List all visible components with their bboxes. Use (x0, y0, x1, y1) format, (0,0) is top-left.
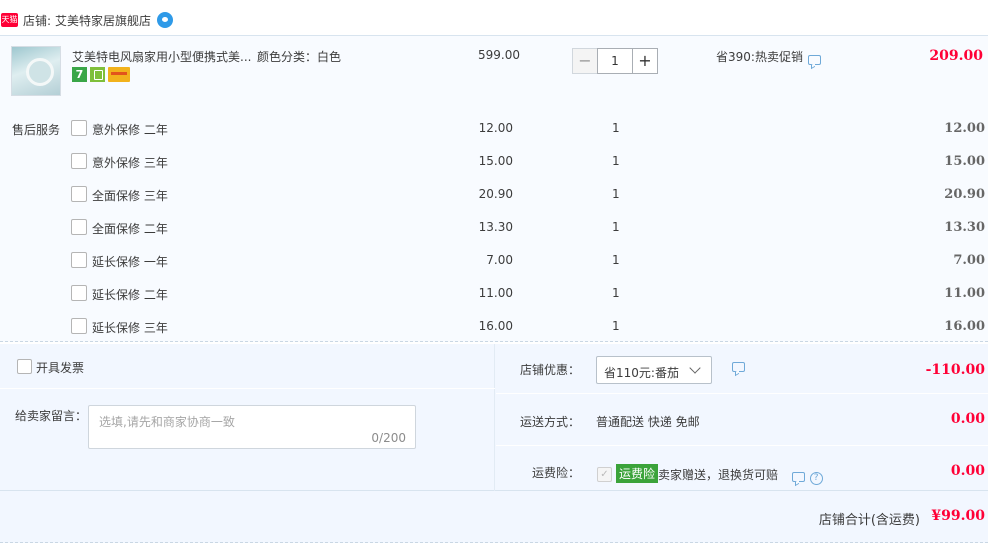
chevron-down-icon (689, 362, 701, 374)
shop-discount-label: 店铺优惠： (519, 363, 580, 377)
service-name: 全面保修 二年 (92, 222, 168, 236)
service-row: 意外保修 三年 15.00 1 15.00 (0, 151, 988, 173)
service-price: 11.00 (478, 286, 513, 300)
increase-quantity-button[interactable]: + (632, 48, 658, 74)
invoice-checkbox[interactable] (17, 359, 32, 374)
service-qty: 1 (612, 286, 620, 300)
freight-insurance-label: 运费险： (531, 466, 580, 480)
service-sum: 7.00 (953, 253, 985, 268)
order-items-panel: 艾美特电风扇家用小型便携式美... 7 颜色分类：白色 599.00 − 1 +… (0, 35, 988, 342)
promotion-info: 省390:热卖促销 (716, 48, 821, 65)
service-sum: 13.30 (944, 220, 985, 235)
shop-label: 店铺: (23, 13, 52, 28)
service-row: 全面保修 二年 13.30 1 13.30 (0, 217, 988, 239)
service-qty: 1 (612, 319, 620, 333)
memo-textarea[interactable]: 选填,请先和商家协商一致 0/200 (88, 405, 416, 449)
freight-insurance-row: 运费险： ✓ 运费险 卖家赠送，退换货可赔 ? 0.00 (496, 446, 988, 491)
freight-insurance-badge: 运费险 (616, 464, 659, 483)
service-checkbox[interactable] (71, 186, 87, 202)
service-qty: 1 (612, 154, 620, 168)
service-checkbox[interactable] (71, 318, 87, 334)
service-price: 20.90 (478, 187, 513, 201)
shop-header: 天猫 店铺: 艾美特家居旗舰店 (0, 9, 174, 31)
service-checkbox[interactable] (71, 120, 87, 136)
service-price: 15.00 (478, 154, 513, 168)
service-name: 延长保修 三年 (92, 321, 168, 335)
service-price: 13.30 (478, 220, 513, 234)
service-row: 延长保修 二年 11.00 1 11.00 (0, 283, 988, 305)
service-name: 意外保修 三年 (92, 156, 168, 170)
service-name: 延长保修 二年 (92, 288, 168, 302)
item-row: 艾美特电风扇家用小型便携式美... 7 颜色分类：白色 599.00 − 1 +… (0, 36, 988, 106)
service-name: 全面保修 三年 (92, 189, 168, 203)
shipping-row: 运送方式： 普通配送 快递 免邮 0.00 (496, 394, 988, 446)
service-row: 全面保修 三年 20.90 1 20.90 (0, 184, 988, 206)
shop-total-label: 店铺合计(含运费) (818, 513, 920, 528)
comment-icon[interactable] (732, 362, 745, 372)
shop-discount-value: -110.00 (925, 362, 985, 378)
service-sum: 11.00 (944, 286, 985, 301)
decrease-quantity-button[interactable]: − (572, 48, 598, 74)
freight-insurance-checkbox: ✓ (597, 467, 612, 482)
service-row: 延长保修 三年 16.00 1 16.00 (0, 316, 988, 338)
invoice-option: 开具发票 (0, 344, 495, 389)
service-icons: 7 (72, 67, 130, 82)
order-options: 开具发票 给卖家留言： 选填,请先和商家协商一致 0/200 店铺优惠： 省11… (0, 344, 988, 491)
freight-insurance-value: 0.00 (950, 463, 985, 479)
freight-insurance-description: 卖家赠送，退换货可赔 (658, 468, 779, 482)
card-icon[interactable] (108, 67, 130, 82)
service-qty: 1 (612, 187, 620, 201)
quantity-input[interactable]: 1 (597, 48, 633, 74)
service-price: 16.00 (478, 319, 513, 333)
seven-day-return-icon[interactable]: 7 (72, 67, 87, 82)
comment-icon[interactable] (807, 54, 821, 65)
service-qty: 1 (612, 253, 620, 267)
service-checkbox[interactable] (71, 285, 87, 301)
service-checkbox[interactable] (71, 219, 87, 235)
comment-icon[interactable] (791, 472, 805, 482)
service-price: 12.00 (478, 121, 513, 135)
memo-placeholder: 选填,请先和商家协商一致 (99, 415, 235, 429)
coupon-select[interactable]: 省110元:番茄 (596, 356, 712, 384)
memo-char-count: 0/200 (371, 431, 406, 445)
invoice-label[interactable]: 开具发票 (36, 359, 84, 376)
tmall-icon: 天猫 (1, 13, 18, 27)
coupon-selected-value: 省110元:番茄 (604, 366, 679, 380)
shop-total-value: ¥99.00 (931, 508, 985, 524)
shop-total-bar: 店铺合计(含运费) ¥99.00 (0, 491, 988, 543)
left-options: 开具发票 给卖家留言： 选填,请先和商家协商一致 0/200 (0, 344, 495, 491)
order-page: 天猫 店铺: 艾美特家居旗舰店 艾美特电风扇家用小型便携式美... 7 颜色分类… (0, 0, 988, 547)
product-title-link[interactable]: 艾美特电风扇家用小型便携式美... (72, 48, 252, 65)
promotion-text: 省390:热卖促销 (716, 50, 803, 64)
service-sum: 12.00 (944, 121, 985, 136)
unit-price: 599.00 (478, 48, 520, 62)
shop-name-link[interactable]: 艾美特家居旗舰店 (55, 12, 151, 29)
shop-discount-row: 店铺优惠： 省110元:番茄 -110.00 (496, 344, 988, 394)
item-total-price: 209.00 (929, 48, 983, 64)
service-qty: 1 (612, 220, 620, 234)
quantity-stepper: − 1 + (572, 48, 658, 74)
wangwang-chat-icon[interactable] (157, 12, 174, 28)
memo-label: 给卖家留言： (15, 409, 88, 423)
shipping-label: 运送方式： (519, 415, 580, 429)
service-sum: 20.90 (944, 187, 985, 202)
shipping-method: 普通配送 快递 免邮 (596, 415, 700, 429)
service-name: 延长保修 一年 (92, 255, 168, 269)
shipping-fee: 0.00 (950, 411, 985, 427)
help-icon[interactable]: ? (809, 472, 823, 485)
service-checkbox[interactable] (71, 252, 87, 268)
product-sku: 颜色分类：白色 (257, 50, 342, 64)
service-row: 延长保修 一年 7.00 1 7.00 (0, 250, 988, 272)
service-sum: 15.00 (944, 154, 985, 169)
product-thumbnail[interactable] (11, 46, 61, 96)
service-price: 7.00 (486, 253, 513, 267)
service-row: 意外保修 二年 12.00 1 12.00 (0, 118, 988, 140)
service-checkbox[interactable] (71, 153, 87, 169)
service-name: 意外保修 二年 (92, 123, 168, 137)
gift-icon[interactable] (90, 67, 105, 82)
service-qty: 1 (612, 121, 620, 135)
service-sum: 16.00 (944, 319, 985, 334)
freight-insurance-text: 卖家赠送，退换货可赔 ? (658, 466, 823, 485)
